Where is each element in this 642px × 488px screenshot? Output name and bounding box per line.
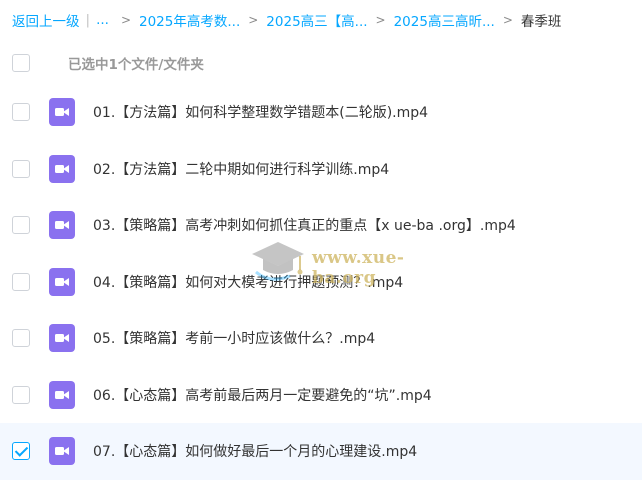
file-checkbox[interactable] [12, 159, 30, 178]
video-file-icon [49, 324, 75, 352]
file-checkbox[interactable] [12, 329, 30, 347]
chevron-right-icon: > [502, 13, 513, 27]
video-file-icon [49, 211, 75, 239]
breadcrumb-truncation: ... [227, 14, 241, 30]
selection-count: 已选中1个文件/文件夹 [68, 57, 204, 73]
back-link[interactable]: 返回上一级 [12, 10, 80, 30]
breadcrumb-item-2[interactable]: 2025高三【高... [266, 10, 367, 30]
breadcrumb-item-label: 2025高三【高 [266, 14, 355, 30]
file-row[interactable]: 03.【策略篇】高考冲刺如何抓住真正的重点【x ue-ba .org】.mp4 [0, 197, 642, 254]
file-checkbox[interactable] [12, 216, 30, 234]
file-row-selected[interactable]: 07.【心态篇】如何做好最后一个月的心理建设.mp4 [0, 423, 642, 480]
file-name[interactable]: 03.【策略篇】高考冲刺如何抓住真正的重点【x ue-ba .org】.mp4 [93, 215, 516, 235]
chevron-right-icon: > [248, 13, 259, 27]
breadcrumb-collapsed[interactable]: ... [96, 12, 109, 28]
file-row[interactable]: 01.【方法篇】如何科学整理数学错题本(二轮版).mp4 [0, 84, 642, 141]
select-all-checkbox[interactable] [12, 54, 30, 72]
file-checkbox[interactable] [12, 103, 30, 121]
breadcrumb-divider: | [85, 12, 91, 28]
file-name[interactable]: 02.【方法篇】二轮中期如何进行科学训练.mp4 [93, 159, 389, 179]
chevron-right-icon: > [120, 13, 131, 27]
video-file-icon [49, 267, 75, 296]
file-row[interactable]: 05.【策略篇】考前一小时应该做什么？.mp4 [0, 310, 642, 367]
breadcrumb-item-label: 2025年高考数 [139, 14, 228, 30]
breadcrumb-item-3[interactable]: 2025高三高昕... [394, 10, 495, 30]
breadcrumb: 返回上一级 | ... > 2025年高考数... > 2025高三【高... … [0, 0, 642, 40]
file-checkbox-checked[interactable] [12, 442, 30, 460]
file-checkbox[interactable] [12, 272, 30, 291]
breadcrumb-truncation: ... [354, 14, 368, 30]
video-file-icon [49, 98, 75, 126]
video-file-icon [49, 437, 75, 465]
file-name[interactable]: 05.【策略篇】考前一小时应该做什么？.mp4 [93, 328, 375, 348]
file-checkbox[interactable] [12, 385, 30, 404]
breadcrumb-item-1[interactable]: 2025年高考数... [139, 10, 240, 30]
file-name[interactable]: 07.【心态篇】如何做好最后一个月的心理建设.mp4 [93, 441, 417, 461]
file-name[interactable]: 04.【策略篇】如何对大模考进行押题预测？.mp4 [93, 272, 403, 292]
file-row[interactable]: 02.【方法篇】二轮中期如何进行科学训练.mp4 [0, 141, 642, 198]
video-file-icon [49, 380, 75, 409]
breadcrumb-current: 春季班 [520, 14, 562, 30]
file-name[interactable]: 01.【方法篇】如何科学整理数学错题本(二轮版).mp4 [93, 102, 428, 122]
video-file-icon [49, 154, 75, 183]
file-row[interactable]: 04.【策略篇】如何对大模考进行押题预测？.mp4 [0, 254, 642, 311]
file-row[interactable]: 06.【心态篇】高考前最后两月一定要避免的“坑”.mp4 [0, 367, 642, 424]
chevron-right-icon: > [375, 13, 386, 27]
breadcrumb-truncation: ... [481, 14, 495, 30]
file-name[interactable]: 06.【心态篇】高考前最后两月一定要避免的“坑”.mp4 [93, 385, 432, 405]
file-list: 01.【方法篇】如何科学整理数学错题本(二轮版).mp4 02.【方法篇】二轮中… [0, 84, 642, 480]
selection-bar: 已选中1个文件/文件夹 [0, 42, 642, 84]
breadcrumb-item-label: 2025高三高昕 [393, 14, 482, 30]
